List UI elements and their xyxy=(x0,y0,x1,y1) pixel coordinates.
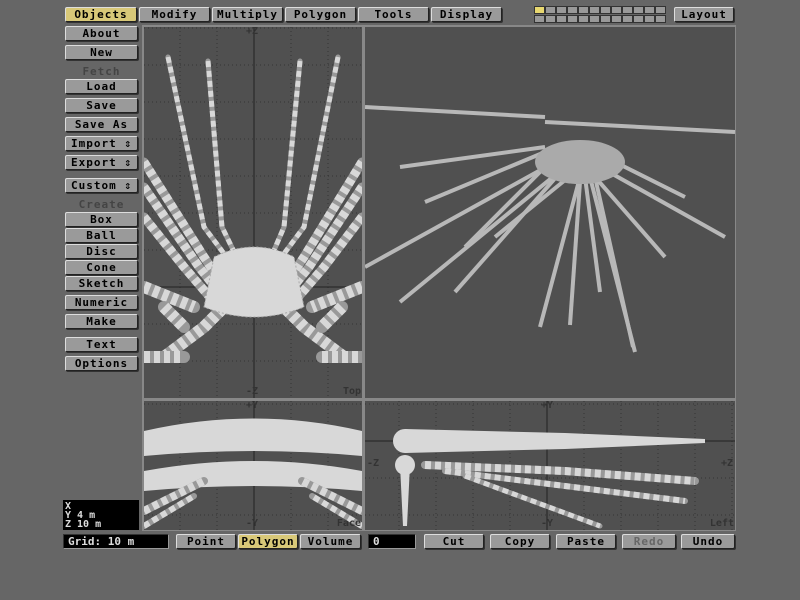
options-button[interactable]: Options xyxy=(65,356,138,371)
viewport-name: Top xyxy=(342,386,361,397)
top-viewport[interactable]: +Z -Z Top xyxy=(144,27,362,398)
export-button[interactable]: Export ⇕ xyxy=(65,155,138,170)
paste-button[interactable]: Paste xyxy=(556,534,616,549)
tab-tools[interactable]: Tools xyxy=(358,7,429,22)
layer-button[interactable] xyxy=(633,6,644,14)
layer-button[interactable] xyxy=(556,6,567,14)
coord-z: Z 10 m xyxy=(65,519,102,530)
updown-arrow-icon: ⇕ xyxy=(124,137,132,150)
box-button[interactable]: Box xyxy=(65,212,138,227)
layer-button[interactable] xyxy=(622,15,633,23)
save-button[interactable]: Save xyxy=(65,98,138,113)
custom-button[interactable]: Custom ⇕ xyxy=(65,178,138,193)
left-viewport[interactable]: +Y -Y -Z +Z Left xyxy=(365,401,735,530)
axis-label-up: +Y xyxy=(541,401,554,411)
layer-button[interactable] xyxy=(600,15,611,23)
layer-button[interactable] xyxy=(556,15,567,23)
layer-button[interactable] xyxy=(589,6,600,14)
mesh-wireframe xyxy=(365,105,735,353)
save-as-button[interactable]: Save As xyxy=(65,117,138,132)
face-viewport[interactable]: +Y -Y Face xyxy=(144,401,362,530)
mesh-wireframe xyxy=(144,27,362,398)
copy-button[interactable]: Copy xyxy=(490,534,550,549)
load-button[interactable]: Load xyxy=(65,79,138,94)
layer-button[interactable] xyxy=(622,6,633,14)
layer-button[interactable] xyxy=(567,15,578,23)
axis-label-right: +Z xyxy=(720,458,733,469)
updown-arrow-icon: ⇕ xyxy=(124,156,132,169)
layer-button[interactable] xyxy=(644,6,655,14)
layer-button[interactable] xyxy=(655,15,666,23)
viewport-name: Face xyxy=(336,518,361,529)
tab-modify[interactable]: Modify xyxy=(139,7,210,22)
axis-label-up: +Y xyxy=(246,401,259,411)
layer-button[interactable] xyxy=(545,15,556,23)
layer-button[interactable] xyxy=(600,6,611,14)
polygon-mode-button[interactable]: Polygon xyxy=(238,534,298,549)
mesh-wireframe xyxy=(365,401,735,530)
text-button[interactable]: Text xyxy=(65,337,138,352)
cone-button[interactable]: Cone xyxy=(65,260,138,275)
layer-button[interactable] xyxy=(611,15,622,23)
tab-display[interactable]: Display xyxy=(431,7,502,22)
viewport-name: Left xyxy=(709,518,734,529)
layer-button[interactable] xyxy=(633,15,644,23)
ball-button[interactable]: Ball xyxy=(65,228,138,243)
point-mode-button[interactable]: Point xyxy=(176,534,236,549)
make-button[interactable]: Make xyxy=(65,314,138,329)
layer-button[interactable] xyxy=(534,15,545,23)
axis-label-down: -Z xyxy=(246,386,259,397)
redo-button[interactable]: Redo xyxy=(622,534,676,549)
fetch-header: Fetch xyxy=(82,65,121,78)
undo-button[interactable]: Undo xyxy=(681,534,735,549)
axis-label-up: +Z xyxy=(246,27,259,37)
axis-label-left: -Z xyxy=(367,458,380,469)
numeric-button[interactable]: Numeric xyxy=(65,295,138,310)
new-button[interactable]: New xyxy=(65,45,138,60)
perspective-viewport[interactable] xyxy=(365,27,735,398)
disc-button[interactable]: Disc xyxy=(65,244,138,259)
layer-button[interactable] xyxy=(578,6,589,14)
about-button[interactable]: About xyxy=(65,26,138,41)
layer-button[interactable] xyxy=(611,6,622,14)
tab-objects[interactable]: Objects xyxy=(65,7,137,22)
grid-size-display: Grid: 10 m xyxy=(63,534,169,549)
import-button[interactable]: Import ⇕ xyxy=(65,136,138,151)
axis-label-down: -Y xyxy=(246,518,259,529)
layer-button[interactable] xyxy=(589,15,600,23)
sketch-button[interactable]: Sketch xyxy=(65,276,138,291)
layer-selector[interactable] xyxy=(534,6,666,24)
mesh-wireframe xyxy=(144,401,362,530)
coordinate-readout: X Y 4 m Z 10 m xyxy=(63,500,139,530)
axis-label-down: -Y xyxy=(541,518,554,529)
selection-count: 0 xyxy=(368,534,416,549)
layer-button[interactable] xyxy=(655,6,666,14)
layer-button[interactable] xyxy=(534,6,545,14)
layer-button[interactable] xyxy=(644,15,655,23)
create-header: Create xyxy=(78,198,125,211)
layout-button[interactable]: Layout xyxy=(674,7,734,22)
custom-label: Custom xyxy=(71,179,117,192)
updown-arrow-icon: ⇕ xyxy=(124,179,132,192)
layer-button[interactable] xyxy=(578,15,589,23)
layer-button[interactable] xyxy=(545,6,556,14)
import-label: Import xyxy=(71,137,117,150)
layer-button[interactable] xyxy=(567,6,578,14)
volume-mode-button[interactable]: Volume xyxy=(300,534,361,549)
export-label: Export xyxy=(71,156,117,169)
tab-polygon[interactable]: Polygon xyxy=(285,7,356,22)
cut-button[interactable]: Cut xyxy=(424,534,484,549)
tab-multiply[interactable]: Multiply xyxy=(212,7,283,22)
